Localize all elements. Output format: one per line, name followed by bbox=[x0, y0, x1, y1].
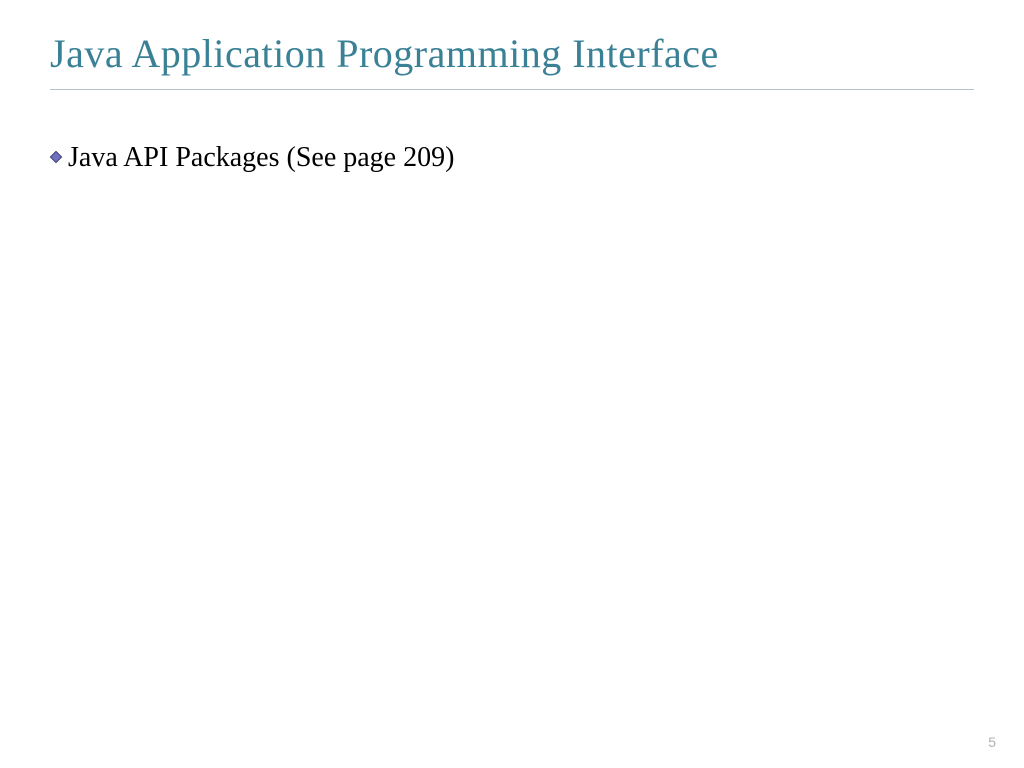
slide-title: Java Application Programming Interface bbox=[50, 30, 974, 77]
page-number: 5 bbox=[988, 734, 996, 750]
bullet-text: Java API Packages (See page 209) bbox=[68, 140, 454, 176]
bullet-item: Java API Packages (See page 209) bbox=[50, 140, 974, 176]
title-underline bbox=[50, 89, 974, 90]
slide-content: Java API Packages (See page 209) bbox=[50, 140, 974, 176]
diamond-bullet-icon bbox=[50, 150, 62, 168]
slide-container: Java Application Programming Interface J… bbox=[0, 0, 1024, 768]
